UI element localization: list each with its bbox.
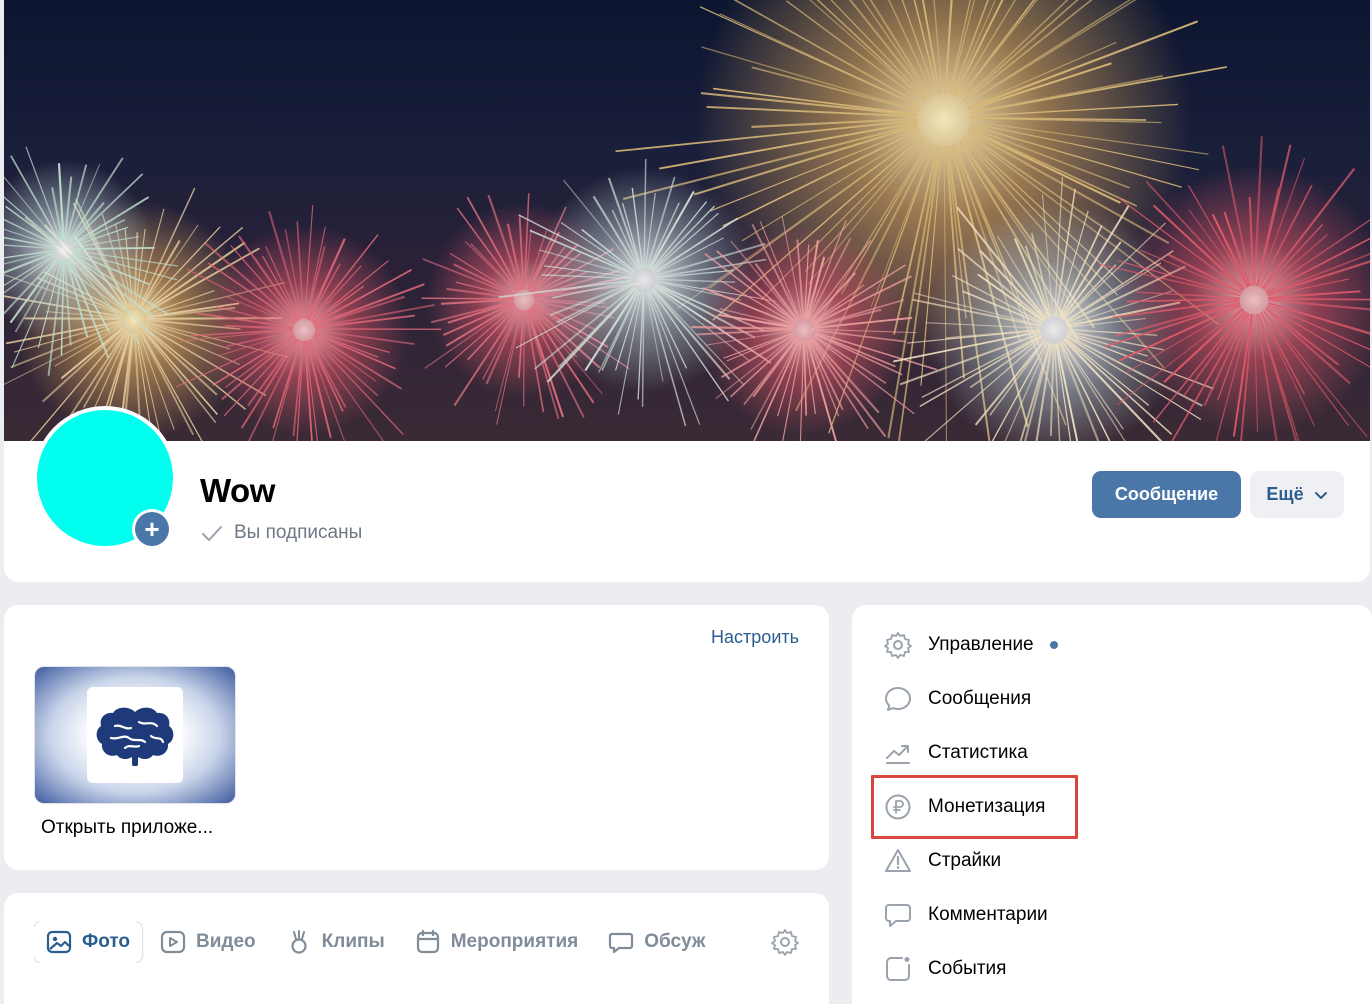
cover-image (4, 0, 1370, 441)
group-name: Wow (200, 472, 275, 509)
tab-clips-label: Клипы (321, 931, 385, 952)
tab-events-label: Мероприятия (450, 931, 579, 952)
menu-item-events-label: События (928, 958, 1007, 979)
calendar-icon (416, 929, 439, 954)
app-widget-card: Настроить Открыть приложе... (4, 605, 829, 870)
tab-events[interactable]: Мероприятия (403, 921, 591, 963)
warning-icon (885, 849, 911, 872)
tab-video[interactable]: Видео (148, 921, 268, 963)
menu-item-monetization[interactable]: Монетизация (884, 792, 1045, 822)
menu-item-strikes-label: Страйки (928, 850, 1002, 871)
more-button[interactable]: Ещё (1250, 471, 1344, 518)
subscription-status[interactable]: Вы подписаны (200, 521, 362, 545)
subscription-label: Вы подписаны (234, 522, 363, 543)
ruble-coin-icon (885, 794, 911, 820)
menu-item-messages[interactable]: Сообщения (884, 684, 1031, 714)
app-thumbnail[interactable] (34, 666, 236, 804)
tab-photo-label: Фото (82, 931, 131, 952)
tab-discussions-label: Обсуж (644, 931, 706, 952)
chevron-down-icon (1314, 491, 1327, 499)
app-logo (87, 687, 183, 783)
video-icon (160, 930, 186, 954)
chat-bubble-icon (885, 687, 911, 711)
management-menu: Управление Сообщения Статистика Монетиза… (852, 605, 1372, 1004)
brain-icon (96, 707, 174, 766)
configure-link[interactable]: Настроить (711, 627, 799, 648)
stats-trend-icon (886, 745, 910, 764)
tab-clips[interactable]: Клипы (274, 921, 397, 963)
menu-item-management-label: Управление (928, 634, 1034, 655)
tab-photo[interactable]: Фото (34, 921, 143, 963)
comment-icon (885, 904, 911, 927)
menu-item-management[interactable]: Управление (884, 630, 1058, 660)
checkmark-icon (202, 526, 222, 541)
notification-dot (1049, 641, 1058, 649)
photo-icon (46, 930, 72, 954)
menu-item-monetization-label: Монетизация (928, 796, 1046, 817)
avatar-add-button[interactable]: + (132, 509, 172, 549)
gear-icon (884, 632, 912, 659)
menu-item-events[interactable]: События (884, 954, 1006, 984)
menu-item-comments-label: Комментарии (928, 904, 1048, 925)
discussion-icon (609, 932, 634, 954)
tabs-fade-overlay (729, 921, 769, 963)
message-button[interactable]: Сообщение (1092, 471, 1241, 518)
menu-item-strikes[interactable]: Страйки (884, 846, 1001, 876)
menu-item-messages-label: Сообщения (928, 688, 1032, 709)
content-tabs: Фото Видео Клипы Мероприятия Обсуж (34, 921, 769, 963)
content-tabs-card: Фото Видео Клипы Мероприятия Обсуж (4, 893, 829, 1004)
events-icon (886, 957, 910, 981)
clips-icon (291, 930, 307, 954)
tab-video-label: Видео (196, 931, 256, 952)
app-caption[interactable]: Открыть приложе... (41, 817, 213, 839)
menu-item-comments[interactable]: Комментарии (884, 900, 1048, 930)
menu-item-statistics-label: Статистика (928, 742, 1028, 763)
tabs-settings-icon[interactable] (771, 928, 799, 956)
group-header-card: + Wow Вы подписаны Сообщение Ещё (4, 0, 1370, 582)
plus-icon: + (135, 512, 169, 546)
more-button-label: Ещё (1266, 484, 1304, 504)
menu-item-statistics[interactable]: Статистика (884, 738, 1028, 768)
tab-discussions[interactable]: Обсуж (596, 921, 717, 963)
fireworks-illustration (4, 0, 1370, 441)
